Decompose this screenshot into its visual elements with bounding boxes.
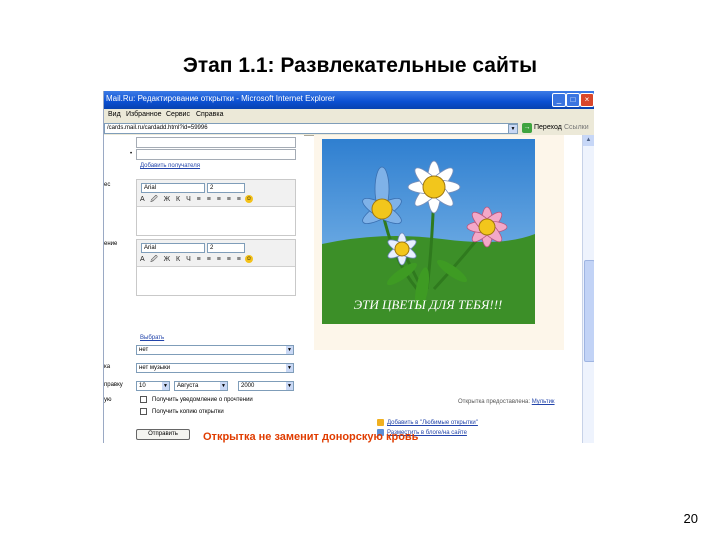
month-select-value: Августа — [177, 383, 199, 389]
message-editor-1[interactable]: Arial 2 A 🖉 Ж К Ч ≡ ≡ ≡ ≡ ≡ ☺ — [136, 179, 296, 236]
music-select-value: нет музыки — [139, 365, 171, 371]
chevron-down-icon: ▼ — [286, 364, 293, 372]
minimize-button[interactable]: _ — [552, 93, 566, 107]
star-icon — [377, 419, 384, 426]
card-provided-by: Открытка предоставлена: Мультик — [458, 399, 555, 405]
add-favorites-label: Добавить в "Любимые открытки" — [387, 420, 478, 427]
recipient-field-1[interactable] — [136, 137, 296, 148]
address-bar: /cards.mail.ru/cardadd.html?id=59996 ▼ →… — [104, 121, 594, 136]
background-select[interactable]: нет ▼ — [136, 345, 294, 355]
chevron-down-icon: ▼ — [286, 382, 293, 390]
font-select[interactable]: Arial — [141, 183, 205, 193]
card-caption: ЭТИ ЦВЕТЫ ДЛЯ ТЕБЯ!!! — [354, 297, 503, 312]
read-receipt-checkbox[interactable]: Получить уведомление о прочтении — [140, 396, 253, 403]
chevron-down-icon: ▼ — [162, 382, 169, 390]
size-select[interactable]: 2 — [207, 183, 245, 193]
side-label: ую — [104, 397, 112, 403]
year-select[interactable]: 2000 ▼ — [238, 381, 294, 391]
daisy-pink — [466, 206, 508, 248]
daisy-white — [407, 160, 461, 214]
copy-label: Получить копию открытки — [152, 409, 224, 416]
menu-item-view[interactable]: Вид — [108, 111, 121, 118]
address-field[interactable]: /cards.mail.ru/cardadd.html?id=59996 — [104, 123, 518, 134]
music-select[interactable]: нет музыки ▼ — [136, 363, 294, 373]
side-label: правку — [104, 382, 123, 388]
card-preview-panel: ЭТИ ЦВЕТЫ ДЛЯ ТЕБЯ!!! Открытка предостав… — [314, 135, 582, 443]
page-number: 20 — [683, 511, 698, 526]
month-select[interactable]: Августа ▼ — [174, 381, 228, 391]
copy-checkbox[interactable]: Получить копию открытки — [140, 408, 224, 415]
menu-item-help[interactable]: Справка — [196, 111, 223, 118]
chevron-down-icon: ▼ — [286, 346, 293, 354]
day-select[interactable]: 10 ▼ — [136, 381, 170, 391]
format-toolbar[interactable]: A 🖉 Ж К Ч ≡ ≡ ≡ ≡ ≡ — [140, 255, 243, 266]
flower-card-image: ЭТИ ЦВЕТЫ ДЛЯ ТЕБЯ!!! — [322, 139, 535, 324]
scroll-thumb[interactable] — [584, 260, 594, 362]
size-select[interactable]: 2 — [207, 243, 245, 253]
add-favorites-link[interactable]: Добавить в "Любимые открытки" — [377, 419, 478, 426]
read-receipt-label: Получить уведомление о прочтении — [152, 397, 253, 404]
provider-link[interactable]: Мультик — [532, 399, 555, 405]
smiley-icon[interactable]: ☺ — [245, 255, 253, 263]
bullet-icon: • — [130, 151, 133, 157]
background-select-value: нет — [139, 347, 149, 353]
side-label: ес — [104, 182, 111, 188]
font-select[interactable]: Arial — [141, 243, 205, 253]
year-select-value: 2000 — [241, 383, 255, 389]
browser-screenshot: Mail.Ru: Редактирование открытки - Micro… — [103, 91, 594, 443]
chevron-down-icon: ▼ — [220, 382, 227, 390]
editor-text-area[interactable] — [137, 206, 295, 235]
menu-item-favorites[interactable]: Избранное — [126, 111, 161, 118]
slide-title: Этап 1.1: Развлекательные сайты — [182, 54, 538, 77]
recipient-field-2[interactable] — [136, 149, 296, 160]
format-toolbar[interactable]: A 🖉 Ж К Ч ≡ ≡ ≡ ≡ ≡ — [140, 195, 243, 206]
menu-bar: Вид Избранное Сервис Справка — [104, 109, 594, 121]
close-button[interactable]: × — [580, 93, 594, 107]
vertical-scrollbar[interactable]: ▲ — [582, 135, 594, 443]
go-arrow-icon[interactable]: → — [522, 123, 532, 133]
editor-text-area[interactable] — [137, 266, 295, 295]
day-select-value: 10 — [139, 383, 146, 389]
scroll-up-icon[interactable]: ▲ — [583, 135, 594, 146]
side-label: ка — [104, 364, 111, 370]
address-dropdown-icon[interactable]: ▼ — [508, 124, 518, 134]
checkbox-icon[interactable] — [140, 396, 147, 403]
smiley-icon[interactable]: ☺ — [245, 195, 253, 203]
window-titlebar: Mail.Ru: Редактирование открытки - Micro… — [104, 91, 594, 109]
card-form: • Добавить получателя ес Arial 2 A 🖉 Ж К… — [104, 135, 304, 443]
checkbox-icon[interactable] — [140, 408, 147, 415]
slide-notice: Открытка не заменит донорскую кровь — [203, 431, 419, 443]
menu-item-tools[interactable]: Сервис — [166, 111, 190, 118]
card-frame: ЭТИ ЦВЕТЫ ДЛЯ ТЕБЯ!!! — [314, 135, 564, 350]
go-button[interactable]: Переход — [534, 124, 562, 131]
links-label[interactable]: Ссылки — [564, 124, 589, 131]
maximize-button[interactable]: □ — [566, 93, 580, 107]
choose-link[interactable]: Выбрать — [140, 335, 164, 341]
message-editor-2[interactable]: Arial 2 A 🖉 Ж К Ч ≡ ≡ ≡ ≡ ≡ ☺ — [136, 239, 296, 296]
send-button[interactable]: Отправить — [136, 429, 190, 440]
add-recipient-link[interactable]: Добавить получателя — [140, 163, 200, 169]
provided-by-label: Открытка предоставлена: — [458, 399, 531, 405]
side-label: ение — [104, 241, 118, 247]
window-title: Mail.Ru: Редактирование открытки - Micro… — [106, 94, 335, 103]
